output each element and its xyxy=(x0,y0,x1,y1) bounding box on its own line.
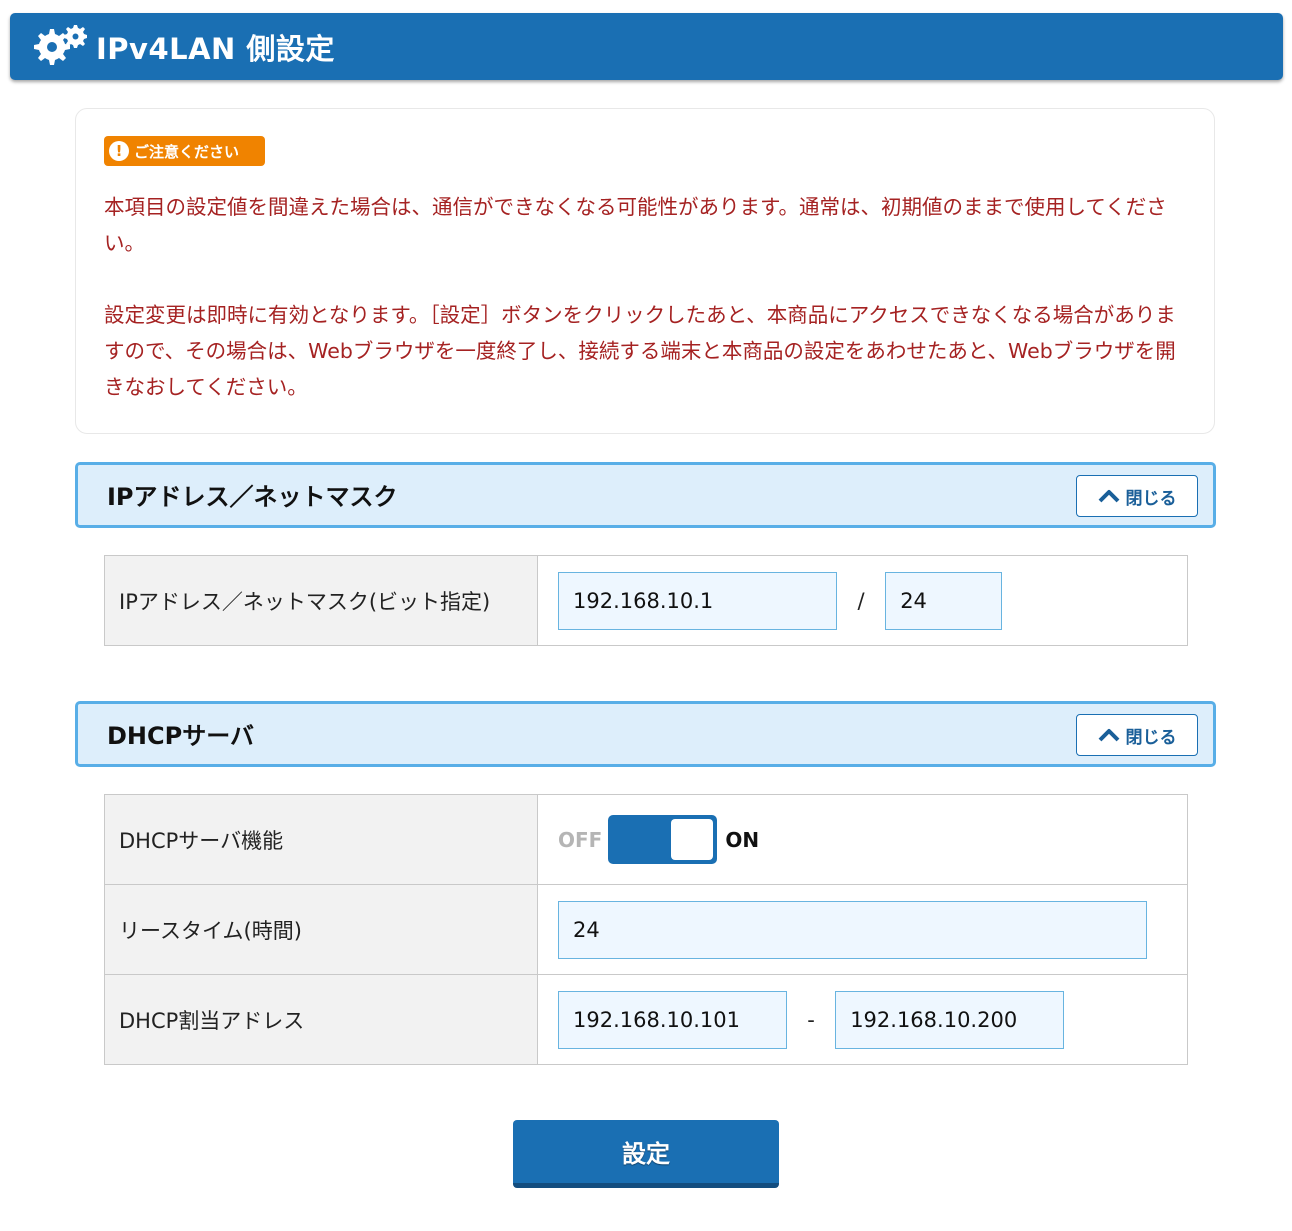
exclamation-icon: ! xyxy=(109,141,129,161)
notice-paragraph-1: 本項目の設定値を間違えた場合は、通信ができなくなる可能性があります。通常は、初期… xyxy=(104,195,1167,255)
toggle-on-label: ON xyxy=(725,827,760,852)
dhcp-section-close-button[interactable]: 閉じる xyxy=(1076,714,1198,756)
dhcp-range-value-cell: 192.168.10.101 - 192.168.10.200 xyxy=(537,974,1188,1065)
lease-time-label: リースタイム(時間) xyxy=(104,884,538,975)
dhcp-settings-table: DHCPサーバ機能 OFF ON リースタイム(時間) 24 DHCP割当アドレ… xyxy=(104,794,1188,1065)
lease-time-input[interactable]: 24 xyxy=(558,900,1147,959)
slash-separator: / xyxy=(857,588,865,613)
lease-time-value-cell: 24 xyxy=(537,884,1188,975)
page-header: IPv4LAN 側設定 xyxy=(10,13,1283,80)
range-separator: - xyxy=(807,1007,815,1032)
gears-icon xyxy=(34,24,87,65)
netmask-input[interactable]: 24 xyxy=(885,571,1003,630)
ip-settings-table: IPアドレス／ネットマスク(ビット指定) 192.168.10.1 / 24 xyxy=(104,555,1188,646)
ip-address-input[interactable]: 192.168.10.1 xyxy=(558,571,837,630)
dhcp-range-label: DHCP割当アドレス xyxy=(104,974,538,1065)
dhcp-section-title: DHCPサーバ xyxy=(107,722,254,750)
toggle-knob xyxy=(671,819,714,860)
close-label: 閉じる xyxy=(1125,727,1177,748)
dhcp-function-label: DHCPサーバ機能 xyxy=(104,794,538,885)
dhcp-section-header: DHCPサーバ 閉じる xyxy=(75,701,1216,767)
ip-section-close-button[interactable]: 閉じる xyxy=(1076,475,1198,517)
chevron-up-icon xyxy=(1098,490,1119,503)
page-title: IPv4LAN 側設定 xyxy=(96,31,335,66)
dhcp-server-toggle[interactable] xyxy=(608,815,718,864)
ip-section-title: IPアドレス／ネットマスク xyxy=(107,483,398,511)
table-row: DHCP割当アドレス 192.168.10.101 - 192.168.10.2… xyxy=(104,974,1188,1065)
caution-badge: ! ご注意ください xyxy=(104,136,265,166)
ip-address-label: IPアドレス／ネットマスク(ビット指定) xyxy=(104,555,538,646)
dhcp-function-value-cell: OFF ON xyxy=(537,794,1188,885)
table-row: IPアドレス／ネットマスク(ビット指定) 192.168.10.1 / 24 xyxy=(104,555,1188,646)
caution-badge-label: ご注意ください xyxy=(134,142,240,161)
dhcp-range-end-input[interactable]: 192.168.10.200 xyxy=(835,990,1065,1049)
table-row: DHCPサーバ機能 OFF ON xyxy=(104,794,1188,885)
chevron-up-icon xyxy=(1098,729,1119,742)
toggle-off-label: OFF xyxy=(558,827,603,852)
notice-box: ! ご注意ください 本項目の設定値を間違えた場合は、通信ができなくなる可能性があ… xyxy=(75,108,1215,434)
close-label: 閉じる xyxy=(1125,488,1177,509)
ip-section-header: IPアドレス／ネットマスク 閉じる xyxy=(75,462,1216,528)
notice-paragraph-2: 設定変更は即時に有効となります。［設定］ボタンをクリックしたあと、本商品にアクセ… xyxy=(104,303,1176,399)
dhcp-range-start-input[interactable]: 192.168.10.101 xyxy=(558,990,787,1049)
notice-text: 本項目の設定値を間違えた場合は、通信ができなくなる可能性があります。通常は、初期… xyxy=(104,189,1189,405)
submit-button[interactable]: 設定 xyxy=(513,1120,779,1188)
ip-address-value-cell: 192.168.10.1 / 24 xyxy=(537,555,1188,646)
table-row: リースタイム(時間) 24 xyxy=(104,884,1188,975)
dhcp-toggle-group: OFF ON xyxy=(558,815,1187,864)
